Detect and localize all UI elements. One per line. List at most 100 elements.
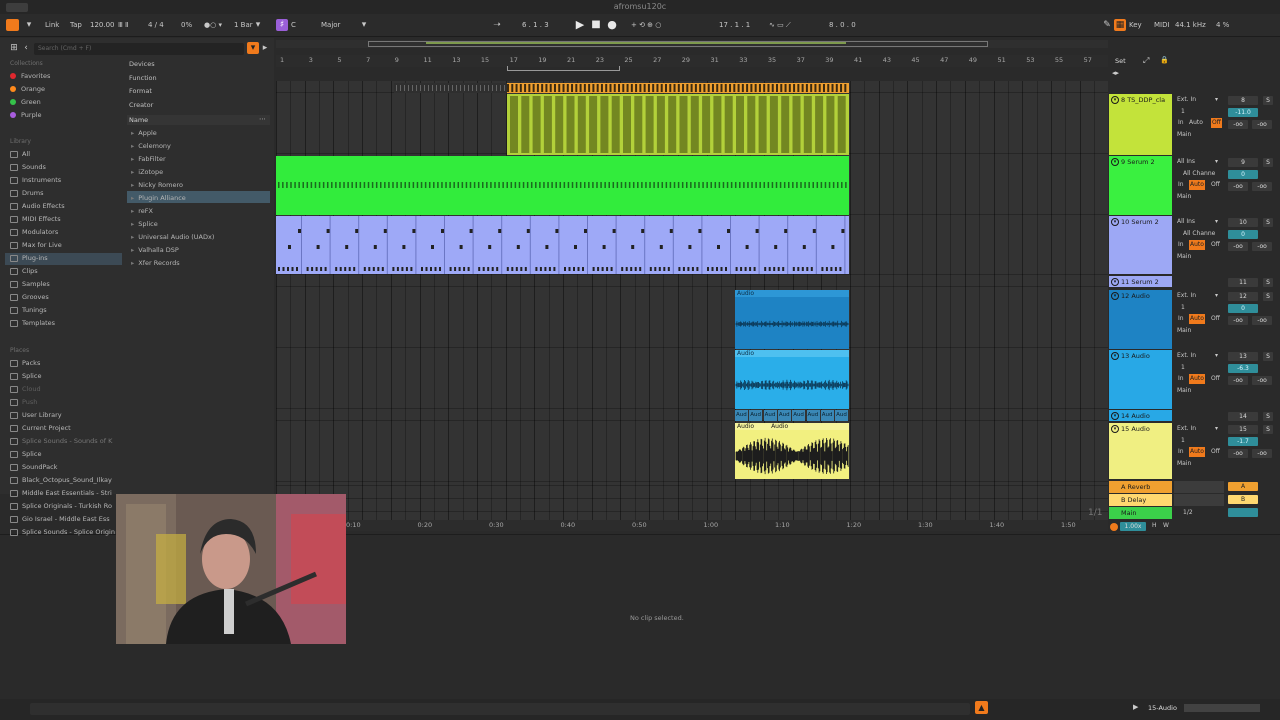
fold-icon[interactable]: ▾	[1111, 158, 1119, 166]
fold-icon[interactable]: ▾	[1111, 425, 1119, 433]
volume-field[interactable]: 0	[1228, 230, 1258, 239]
output-select[interactable]: Main	[1177, 192, 1191, 202]
expand-arrow-icon[interactable]: ▸	[131, 155, 134, 163]
fold-icon[interactable]: ▾	[1111, 292, 1119, 300]
track-number-box[interactable]: 13	[1228, 352, 1258, 361]
expand-arrow-icon[interactable]: ▸	[131, 207, 134, 215]
track-number-box[interactable]: 10	[1228, 218, 1258, 227]
input-select[interactable]: Ext. In	[1177, 351, 1196, 361]
track-number-box[interactable]: 11	[1228, 278, 1258, 287]
monitor-in[interactable]: In	[1178, 314, 1184, 324]
time-ruler[interactable]: 0:10 0:20 0:30 0:40 0:50 1:00 1:10 1:20 1:30 1:40…	[276, 520, 1108, 531]
monitor-auto[interactable]: Auto	[1189, 240, 1205, 250]
send-field[interactable]: -oo	[1252, 316, 1272, 325]
sidebar-item-midi-effects[interactable]: MIDI Effects	[10, 213, 61, 225]
sidebar-item-tunings[interactable]: Tunings	[10, 304, 47, 316]
sidebar-item-samples[interactable]: Samples	[10, 278, 50, 290]
browser-item[interactable]: ▸ Valhalla DSP	[131, 244, 179, 256]
send-field[interactable]: -oo	[1252, 449, 1272, 458]
solo-button[interactable]: S	[1263, 96, 1273, 105]
monitor-in[interactable]: In	[1178, 374, 1184, 384]
volume-field[interactable]: -11.0	[1228, 108, 1258, 117]
browser-item[interactable]: ▸ Apple	[131, 127, 157, 139]
sidebar-item-instruments[interactable]: Instruments	[10, 174, 61, 186]
input-select[interactable]: All Ins	[1177, 217, 1195, 227]
fold-icon[interactable]: ▾	[1111, 218, 1119, 226]
places-item[interactable]: Push	[10, 396, 37, 408]
sidebar-item-modulators[interactable]: Modulators	[10, 226, 58, 238]
volume-field[interactable]: 0	[1228, 304, 1258, 313]
monitor-auto[interactable]: Auto	[1189, 180, 1205, 190]
output-select[interactable]: Main	[1177, 130, 1191, 140]
fold-icon[interactable]: ▾	[1111, 412, 1119, 420]
audio-clip-14[interactable]: Aud	[792, 410, 806, 421]
pan-field[interactable]: -oo	[1228, 316, 1248, 325]
channel-select[interactable]: 1	[1181, 363, 1185, 373]
expand-arrow-icon[interactable]: ▸	[131, 129, 134, 137]
track-number-box[interactable]: 15	[1228, 425, 1258, 434]
browser-item[interactable]: ▸ FabFilter	[131, 153, 166, 165]
expand-arrow-icon[interactable]: ▸	[131, 220, 134, 228]
audio-clip-14[interactable]: Aud	[777, 410, 791, 421]
track-number-box[interactable]: 12	[1228, 292, 1258, 301]
places-item[interactable]: Splice	[10, 370, 41, 382]
expand-arrow-icon[interactable]: ▸	[131, 194, 134, 202]
monitor-in[interactable]: In	[1178, 447, 1184, 457]
channel-select[interactable]: All Channe	[1183, 169, 1215, 179]
chevron-down-icon[interactable]: ▾	[1215, 291, 1218, 301]
sidebar-item-audio-effects[interactable]: Audio Effects	[10, 200, 65, 212]
sidebar-item-grooves[interactable]: Grooves	[10, 291, 49, 303]
input-select[interactable]: Ext. In	[1177, 95, 1196, 105]
input-select[interactable]: Ext. In	[1177, 291, 1196, 301]
pan-field[interactable]: -oo	[1228, 376, 1248, 385]
track-header[interactable]: 13 Audio	[1109, 350, 1172, 409]
warning-icon[interactable]: ▲	[975, 701, 988, 714]
monitor-auto[interactable]: Auto	[1189, 374, 1205, 384]
return-lane[interactable]	[1174, 494, 1224, 506]
audio-clip-14[interactable]: Aud	[749, 410, 763, 421]
send-field[interactable]: -oo	[1252, 242, 1272, 251]
send-field[interactable]: -oo	[1252, 376, 1272, 385]
send-field[interactable]: -oo	[1252, 182, 1272, 191]
places-item[interactable]: Splice Sounds - Splice Origin	[10, 526, 115, 538]
places-item[interactable]: Black_Octopus_Sound_Ilkay	[10, 474, 112, 486]
track-header[interactable]: 10 Serum 2	[1109, 216, 1172, 274]
monitor-auto[interactable]: Auto	[1189, 118, 1203, 128]
monitor-off[interactable]: Off	[1211, 180, 1220, 190]
sidebar-item-templates[interactable]: Templates	[10, 317, 55, 329]
volume-field[interactable]: 0	[1228, 170, 1258, 179]
places-item[interactable]: Packs	[10, 357, 40, 369]
solo-button[interactable]: S	[1263, 412, 1273, 421]
volume-field[interactable]: -6.3	[1228, 364, 1258, 373]
monitor-auto[interactable]: Auto	[1189, 447, 1205, 457]
solo-button[interactable]: S	[1263, 352, 1273, 361]
places-item[interactable]: User Library	[10, 409, 62, 421]
send-field[interactable]: -oo	[1252, 120, 1272, 129]
solo-button[interactable]: S	[1263, 278, 1273, 287]
monitor-off[interactable]: Off	[1211, 240, 1220, 250]
monitor-off[interactable]: Off	[1211, 314, 1220, 324]
output-select[interactable]: Main	[1177, 386, 1191, 396]
sidebar-item-all[interactable]: All	[10, 148, 30, 160]
monitor-in[interactable]: In	[1178, 180, 1184, 190]
solo-button[interactable]: S	[1263, 425, 1273, 434]
sidebar-item-plug-ins[interactable]: Plug-ins	[10, 252, 48, 264]
track-number-box[interactable]: 14	[1228, 412, 1258, 421]
input-select[interactable]: Ext. In	[1177, 424, 1196, 434]
track-header[interactable]: 12 Audio	[1109, 290, 1172, 349]
monitor-in[interactable]: In	[1178, 240, 1184, 250]
play-arrow-icon[interactable]: ▶	[1133, 703, 1138, 711]
audio-clip-14[interactable]: Aud	[835, 410, 849, 421]
expand-arrow-icon[interactable]: ▸	[131, 246, 134, 254]
channel-select[interactable]: 1	[1181, 436, 1185, 446]
solo-button[interactable]: S	[1263, 158, 1273, 167]
zoom-field[interactable]: 1.00x	[1120, 522, 1146, 531]
sidebar-item-max-for-live[interactable]: Max for Live	[10, 239, 62, 251]
return-letter-box[interactable]: A	[1228, 482, 1258, 491]
main-volume[interactable]	[1228, 508, 1258, 517]
chevron-down-icon[interactable]: ▾	[1215, 424, 1218, 434]
monitor-off[interactable]: Off	[1211, 118, 1222, 128]
track-header[interactable]: 15 Audio	[1109, 423, 1172, 479]
output-select[interactable]: Main	[1177, 326, 1191, 336]
track-number-box[interactable]: 8	[1228, 96, 1258, 105]
